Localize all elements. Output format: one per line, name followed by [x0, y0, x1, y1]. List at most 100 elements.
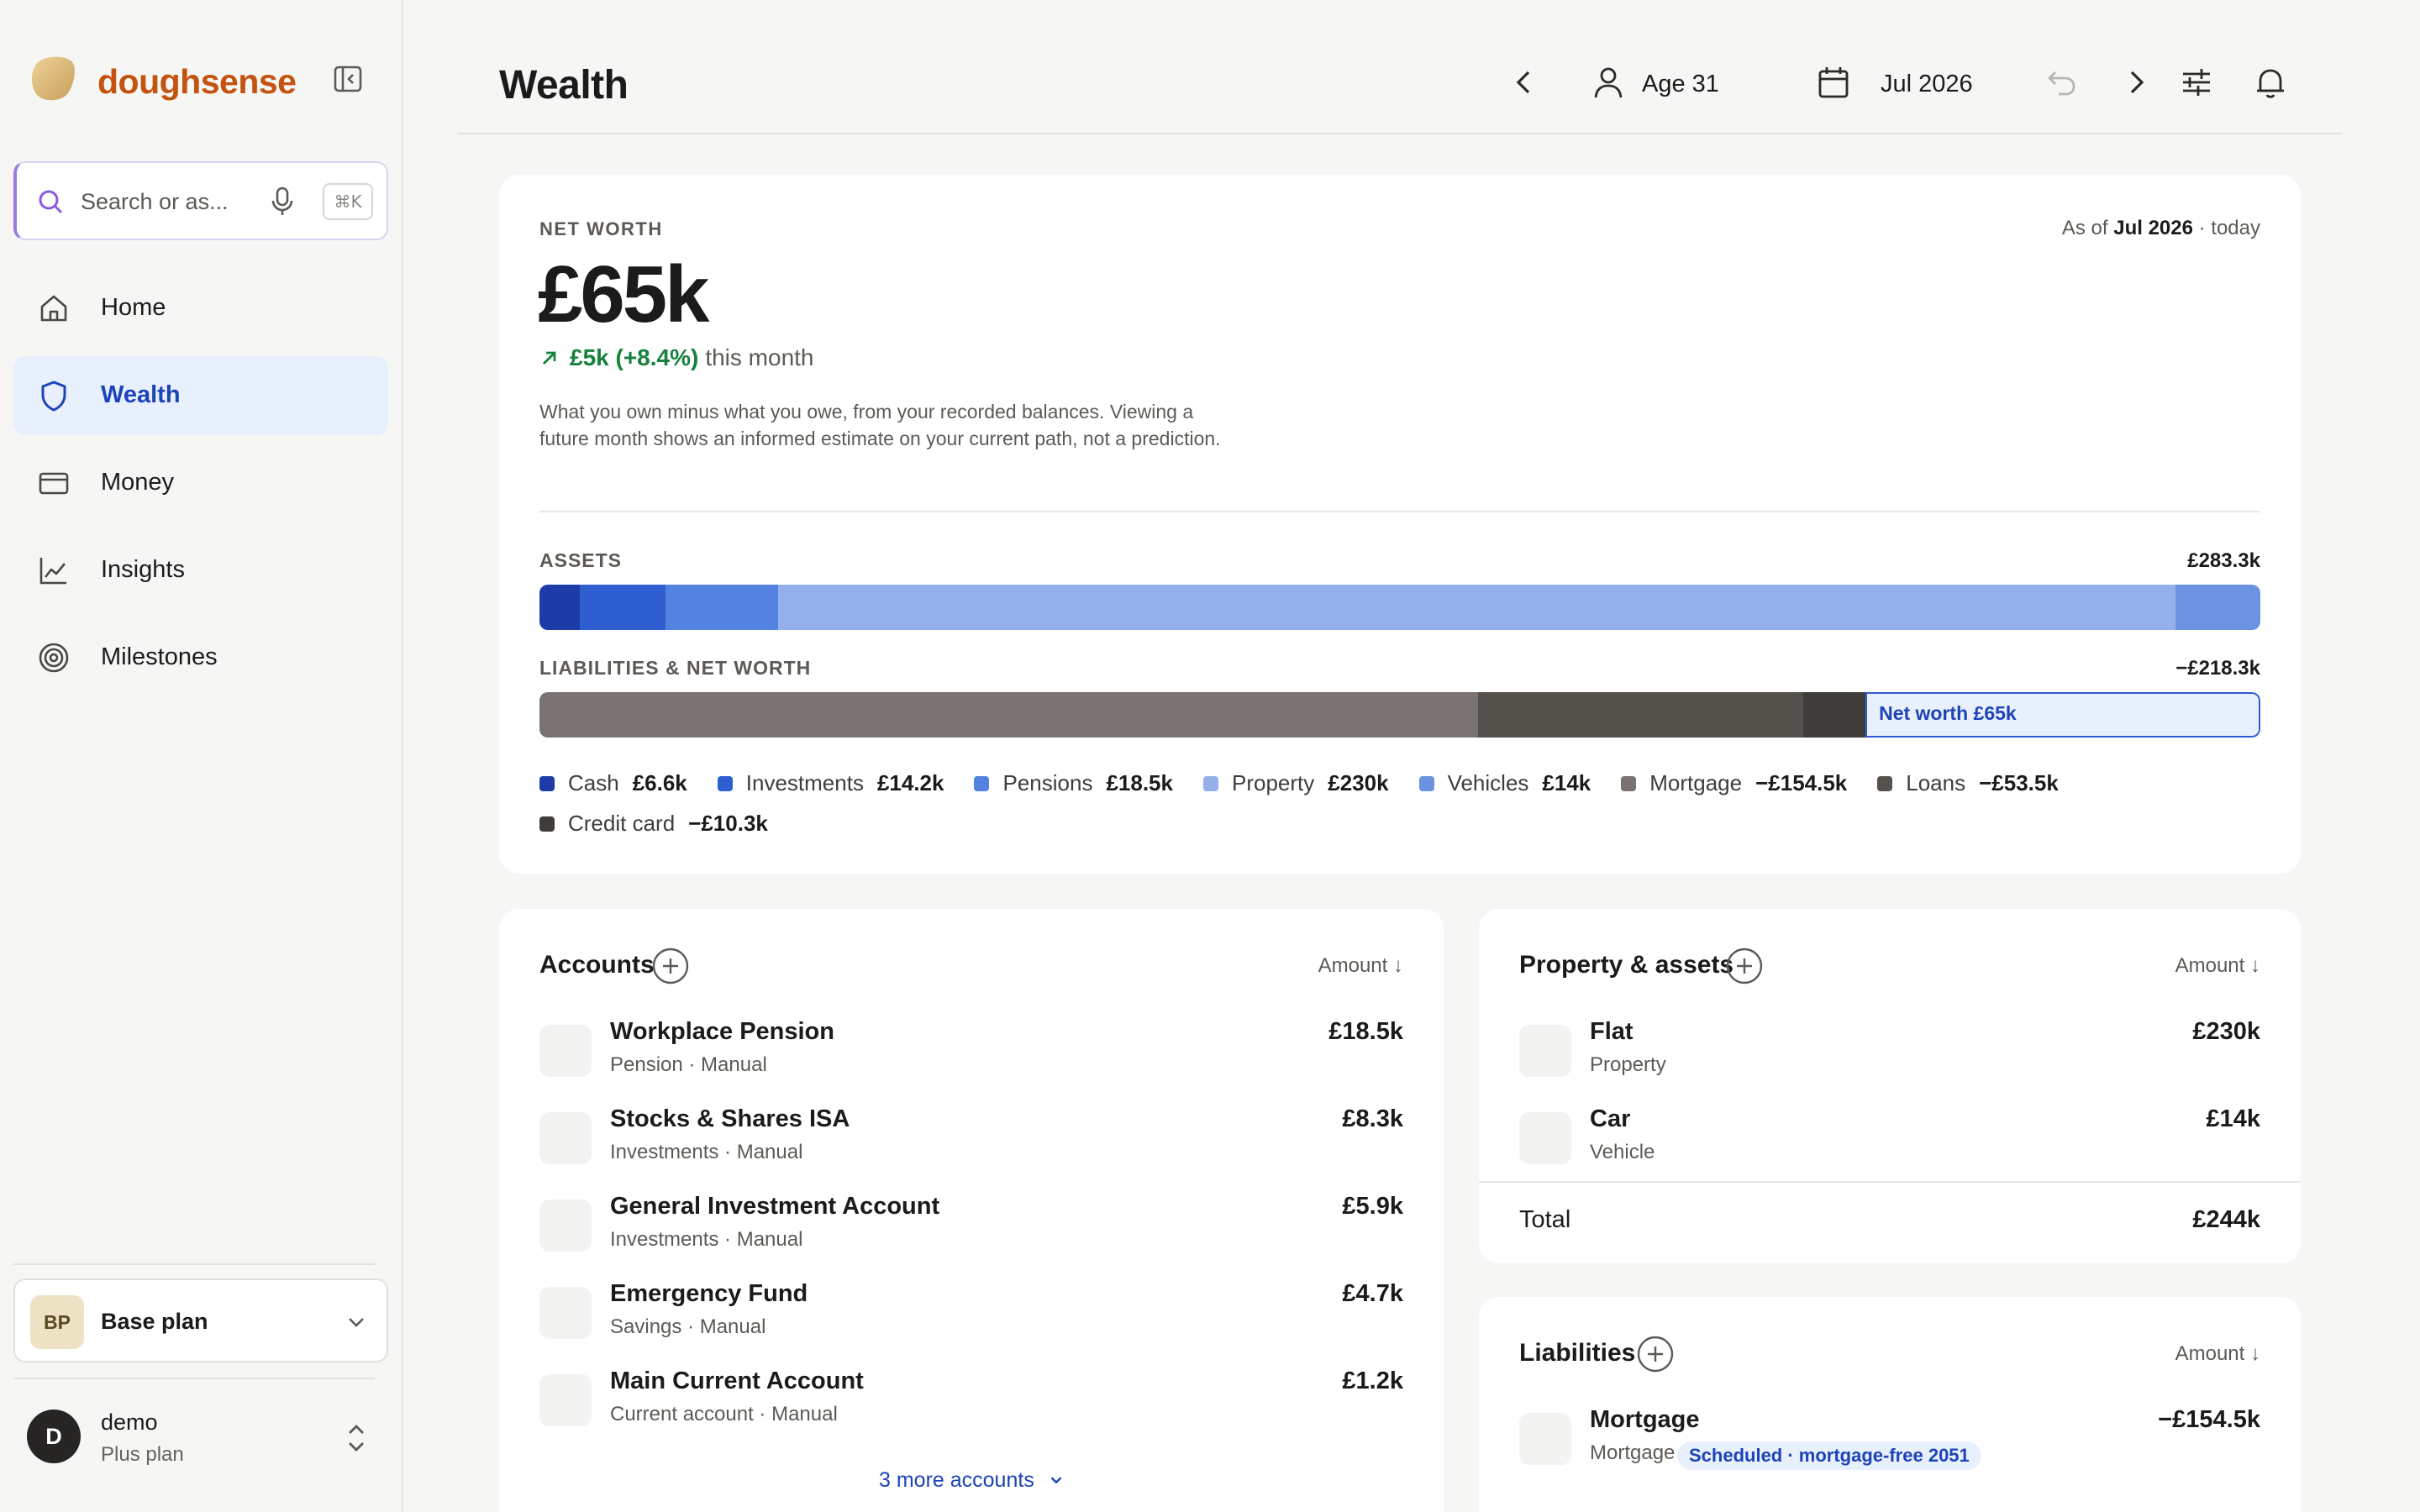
chevron-up-down-icon	[349, 1425, 364, 1452]
age-selector[interactable]: Age 31	[1642, 71, 1719, 98]
assets-segment-cash	[539, 585, 580, 630]
row-name: Main Current Account	[610, 1368, 864, 1394]
net-worth-card: NET WORTH As of Jul 2026 · today £65k £5…	[499, 175, 2301, 874]
property-card: Property & assets Amount ↓ Flat Property £…	[1479, 909, 2301, 1263]
assets-segment-pensions	[666, 585, 779, 630]
row-name: General Investment Account	[610, 1193, 940, 1220]
legend-name: Property	[1231, 770, 1315, 795]
liabilities-label: LIABILITIES & NET WORTH	[539, 657, 812, 679]
legend-item-property: Property £230k	[1202, 763, 1389, 803]
add-account-button[interactable]	[652, 948, 689, 984]
row-subtitle: Investments · Manual	[610, 1228, 803, 1251]
legend-item-investments: Investments £14.2k	[717, 763, 944, 803]
row-amount: £1.2k	[1342, 1368, 1403, 1394]
search-box[interactable]: ⌘K	[13, 161, 388, 240]
legend-value: £14.2k	[876, 770, 944, 795]
row-thumbnail	[539, 1200, 592, 1252]
legend-swatch	[974, 776, 990, 791]
sliders-icon[interactable]	[2178, 64, 2215, 101]
change-period: this month	[705, 344, 814, 370]
legend-value: £14k	[1542, 770, 1591, 795]
assets-label: ASSETS	[539, 549, 623, 571]
accounts-sort[interactable]: Amount ↓	[1318, 954, 1403, 978]
arrow-up-right-icon	[543, 351, 556, 365]
liabilities-card: Liabilities Amount ↓ Mortgage Mortgage S…	[1479, 1297, 2301, 1512]
legend-item-credit-card: Credit card −£10.3k	[539, 803, 768, 843]
collapse-sidebar-icon[interactable]	[331, 62, 365, 96]
search-input[interactable]	[81, 181, 249, 222]
user-name: demo	[101, 1410, 158, 1435]
property-row[interactable]: Car Vehicle £14k	[1519, 1105, 2260, 1176]
sidebar-item-money[interactable]: Money	[13, 444, 388, 522]
sidebar-item-home[interactable]: Home	[13, 269, 388, 348]
plan-name: Base plan	[101, 1309, 208, 1334]
chevron-down-icon	[1050, 1477, 1062, 1484]
as-of-prefix: As of	[2061, 217, 2108, 239]
sidebar-divider	[13, 1378, 375, 1379]
add-liability-button[interactable]	[1637, 1336, 1674, 1373]
user-menu[interactable]: D demo Plus plan	[13, 1398, 388, 1478]
chevron-right-icon[interactable]	[2118, 64, 2154, 101]
assets-total: £283.3k	[2187, 549, 2260, 572]
legend-value: −£10.3k	[688, 811, 768, 836]
legend-name: Vehicles	[1447, 770, 1529, 795]
shield-icon	[41, 381, 66, 412]
page-title: Wealth	[499, 63, 629, 108]
header-divider	[459, 133, 2341, 134]
property-total-value: £244k	[2192, 1206, 2260, 1233]
accounts-row[interactable]: Stocks & Shares ISA Investments · Manual £…	[539, 1105, 1403, 1176]
divider	[539, 511, 2260, 512]
net-worth-description: What you own minus what you owe, from yo…	[539, 401, 1221, 449]
liability-row[interactable]: Mortgage Mortgage Scheduled · mortgage-f…	[1519, 1406, 2260, 1477]
top-bar: Wealth Age 31 Jul 2026	[459, 50, 2341, 134]
plan-selector[interactable]: BP Base plan	[13, 1278, 388, 1362]
calendar-icon[interactable]	[1815, 64, 1852, 101]
person-icon[interactable]	[1590, 64, 1627, 101]
property-total-label: Total	[1519, 1206, 1571, 1233]
legend-swatch	[717, 776, 733, 791]
brand: doughsense	[29, 54, 381, 104]
legend-swatch	[1621, 776, 1637, 791]
sidebar-item-label: Milestones	[101, 643, 218, 670]
row-amount: £14k	[2206, 1105, 2260, 1132]
row-subtitle: Current account · Manual	[610, 1403, 838, 1425]
legend-value: £230k	[1328, 770, 1389, 795]
user-plan: Plus plan	[101, 1443, 184, 1466]
more-accounts-link[interactable]: 3 more accounts	[879, 1468, 1065, 1493]
assets-bar	[539, 585, 2260, 630]
target-icon	[39, 643, 69, 673]
legend-item-loans: Loans −£53.5k	[1877, 763, 2059, 803]
row-subtitle: Vehicle	[1590, 1141, 1655, 1163]
liabilities-sort[interactable]: Amount ↓	[2175, 1342, 2260, 1366]
microphone-icon[interactable]	[267, 185, 297, 218]
card-icon	[39, 472, 69, 495]
legend-swatch	[539, 776, 555, 791]
sidebar-item-wealth[interactable]: Wealth	[13, 356, 388, 435]
accounts-row[interactable]: General Investment Account Investments · …	[539, 1193, 1403, 1263]
accounts-title: Accounts	[539, 951, 655, 979]
undo-icon[interactable]	[2044, 64, 2081, 101]
row-thumbnail	[539, 1374, 592, 1426]
legend-swatch	[1877, 776, 1893, 791]
row-name: Emergency Fund	[610, 1280, 808, 1307]
sidebar-item-label: Home	[101, 294, 166, 321]
legend-value: £18.5k	[1106, 770, 1173, 795]
divider	[1479, 1181, 2301, 1183]
row-name: Flat	[1590, 1018, 1634, 1045]
sidebar-divider	[13, 1263, 375, 1265]
chart-icon	[39, 558, 66, 585]
property-sort[interactable]: Amount ↓	[2175, 954, 2260, 978]
chevron-left-icon[interactable]	[1506, 64, 1543, 101]
sidebar-item-milestones[interactable]: Milestones	[13, 618, 388, 697]
accounts-row[interactable]: Main Current Account Current account · Ma…	[539, 1368, 1403, 1438]
legend-name: Mortgage	[1649, 770, 1743, 795]
property-row[interactable]: Flat Property £230k	[1519, 1018, 2260, 1089]
accounts-row[interactable]: Emergency Fund Savings · Manual £4.7k	[539, 1280, 1403, 1351]
bell-icon[interactable]	[2252, 64, 2289, 101]
legend-swatch	[1202, 776, 1218, 791]
add-property-button[interactable]	[1726, 948, 1763, 984]
accounts-row[interactable]: Workplace Pension Pension · Manual £18.5k	[539, 1018, 1403, 1089]
date-selector[interactable]: Jul 2026	[1881, 71, 1973, 98]
sidebar-item-insights[interactable]: Insights	[13, 531, 388, 610]
row-subtitle: Mortgage	[1590, 1441, 1676, 1464]
